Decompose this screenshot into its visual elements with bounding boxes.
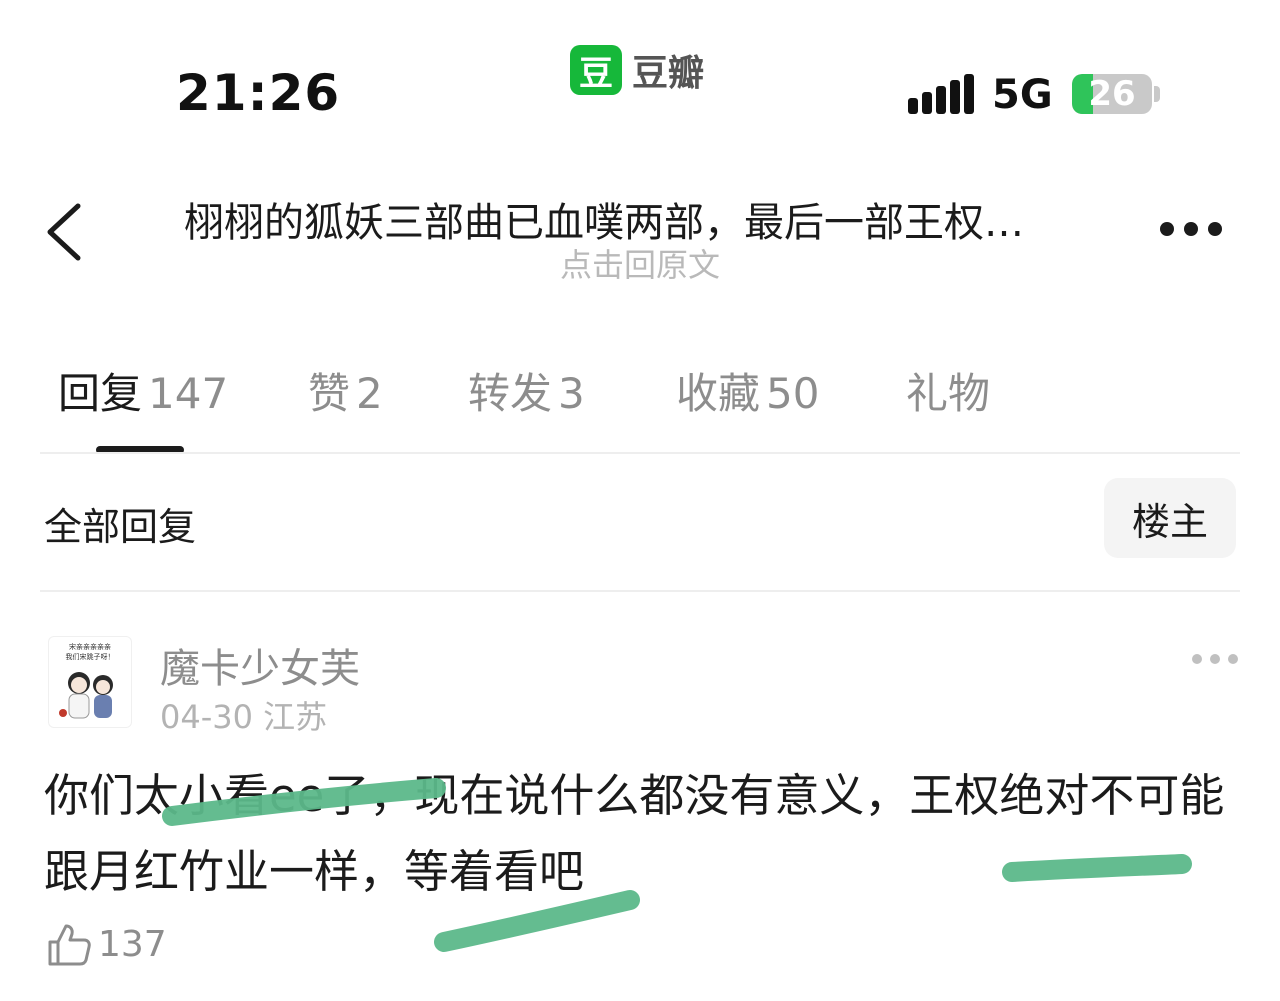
- op-only-button[interactable]: 楼主: [1104, 478, 1236, 558]
- tab-gifts[interactable]: 礼物: [906, 360, 990, 421]
- avatar-caption: 我们宋跳子呀！: [66, 652, 115, 661]
- app-badge: 豆 豆瓣: [570, 44, 704, 96]
- tab-likes[interactable]: 赞2: [308, 360, 383, 421]
- cell-signal-icon: [908, 74, 974, 114]
- tab-collections[interactable]: 收藏 50: [676, 360, 819, 421]
- battery-icon: 26: [1072, 74, 1152, 114]
- like-count: 137: [98, 924, 167, 965]
- tab-count: 50: [766, 369, 820, 418]
- comment-meta: 04-30 江苏: [160, 692, 327, 738]
- avatar-illustration-icon: 宋亲亲亲亲亲 我们宋跳子呀！: [59, 642, 115, 719]
- tab-bar: 回复 147 赞2 转发 3 收藏 50 礼物: [0, 360, 1280, 420]
- comment-date: 04-30: [160, 698, 253, 736]
- status-time: 21:26: [176, 64, 341, 122]
- tab-replies[interactable]: 回复 147: [58, 360, 228, 421]
- divider: [40, 452, 1240, 454]
- app-name: 豆瓣: [632, 53, 705, 94]
- divider: [40, 590, 1240, 592]
- avatar[interactable]: 宋亲亲亲亲亲 我们宋跳子呀！: [48, 636, 132, 728]
- tab-count: 2: [356, 369, 383, 418]
- comment-location: 江苏: [263, 698, 328, 736]
- comment-username[interactable]: 魔卡少女芙: [160, 636, 360, 694]
- douban-logo-icon: 豆: [570, 45, 622, 95]
- tab-reshares[interactable]: 转发 3: [468, 360, 585, 421]
- douban-reply-page: 21:26 豆 豆瓣 5G 26 栩栩的狐妖三部曲已血噗两部，最后一部王权… 点…: [0, 0, 1280, 1001]
- tab-label: 转发: [468, 369, 553, 418]
- network-type: 5G: [992, 72, 1053, 118]
- battery-level: 26: [1088, 74, 1136, 114]
- comment-body: 你们太小看ee了，现在说什么都没有意义，王权绝对不可能跟月红竹业一样，等着看吧: [44, 769, 1225, 898]
- back-to-original-link[interactable]: 点击回原文: [0, 240, 1280, 286]
- tab-count: 147: [148, 369, 229, 418]
- tab-label: 赞: [308, 369, 351, 418]
- tab-count: 3: [558, 369, 585, 418]
- tab-label: 礼物: [906, 369, 991, 418]
- tab-label: 收藏: [676, 369, 761, 418]
- tab-label: 回复: [58, 369, 143, 418]
- more-options-icon[interactable]: [1160, 222, 1222, 236]
- thumbs-up-icon[interactable]: [46, 922, 92, 968]
- avatar-caption: 宋亲亲亲亲亲: [69, 642, 111, 651]
- battery-tip: [1154, 86, 1160, 102]
- all-replies-label[interactable]: 全部回复: [44, 496, 196, 551]
- comment-more-icon[interactable]: [1192, 654, 1238, 664]
